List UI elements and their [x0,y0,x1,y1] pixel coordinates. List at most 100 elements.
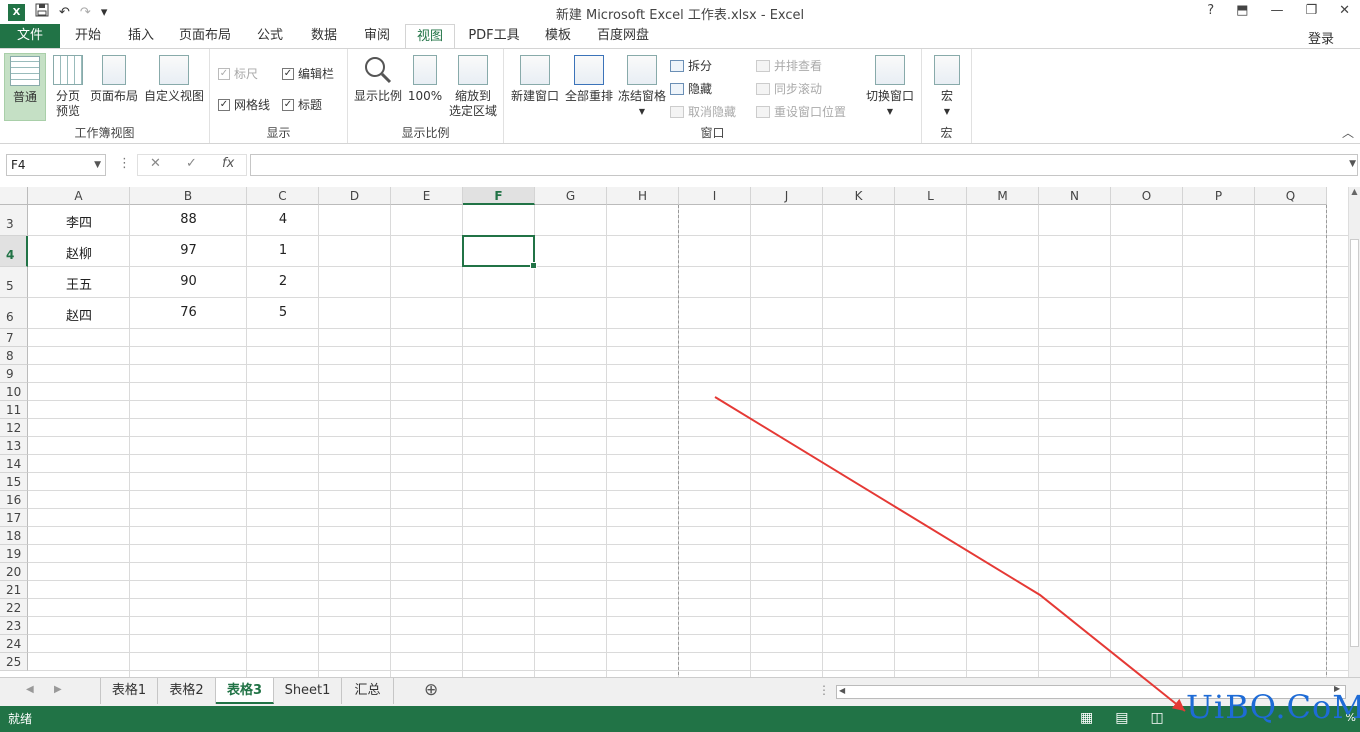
macros-button[interactable]: 宏 ▼ [930,55,964,119]
hide-button[interactable]: 隐藏 [670,80,712,97]
column-header-k[interactable]: K [823,187,895,205]
worksheet-grid[interactable]: A B C D E F G H I J K L M N O P Q 3 4 5 6 7 8 9 10 11 12 13 14 15 16 17… [0,187,1348,677]
row-header-21[interactable]: 21 [0,581,28,599]
scroll-up-icon[interactable]: ▲ [1349,187,1360,196]
row-header-19[interactable]: 19 [0,545,28,563]
normal-view-status-icon[interactable]: ▦ [1080,710,1093,726]
row-header-17[interactable]: 17 [0,509,28,527]
unhide-button[interactable]: 取消隐藏 [670,103,736,120]
cell-c5[interactable]: 2 [247,274,319,289]
cell-a3[interactable]: 李四 [28,212,130,231]
login-link[interactable]: 登录 [1308,28,1334,47]
cell-b4[interactable]: 97 [130,243,247,258]
row-header-11[interactable]: 11 [0,401,28,419]
column-header-e[interactable]: E [391,187,463,205]
custom-views-button[interactable]: 自定义视图 [142,55,206,104]
row-header-3[interactable]: 3 [0,205,28,236]
row-header-15[interactable]: 15 [0,473,28,491]
view-side-by-side-button[interactable]: 并排查看 [756,57,822,74]
collapse-ribbon-icon[interactable]: ︿ [1342,124,1354,141]
insert-function-icon[interactable]: fx [222,156,234,171]
cell-b5[interactable]: 90 [130,274,247,289]
formula-input[interactable] [250,154,1358,176]
column-header-o[interactable]: O [1111,187,1183,205]
normal-view-button[interactable]: 普通 [4,53,46,121]
sheet-nav-prev-icon[interactable]: ◀ [26,684,34,695]
cell-c6[interactable]: 5 [247,305,319,320]
vertical-scroll-thumb[interactable] [1350,239,1359,647]
zoom-100-button[interactable]: 100% [406,55,444,104]
name-box[interactable]: F4 ▼ [6,154,106,176]
cancel-icon[interactable]: ✕ [150,156,161,171]
tab-insert[interactable]: 插入 [116,24,166,48]
row-header-13[interactable]: 13 [0,437,28,455]
row-header-22[interactable]: 22 [0,599,28,617]
tab-pdf-tools[interactable]: PDF工具 [458,24,530,48]
cell-a4[interactable]: 赵柳 [28,243,130,262]
column-header-h[interactable]: H [607,187,679,205]
add-sheet-icon[interactable]: ⊕ [424,680,438,700]
sync-scroll-button[interactable]: 同步滚动 [756,80,822,97]
row-header-14[interactable]: 14 [0,455,28,473]
enter-icon[interactable]: ✓ [186,156,197,171]
sheet-tab-5[interactable]: 汇总 [342,678,394,704]
maximize-icon[interactable]: ❐ [1305,3,1317,18]
page-layout-view-button[interactable]: 页面布局 [88,55,140,104]
cell-b6[interactable]: 76 [130,305,247,320]
arrange-all-button[interactable]: 全部重排 [562,55,616,104]
cell-c3[interactable]: 4 [247,212,319,227]
name-box-dropdown-icon[interactable]: ▼ [94,155,101,175]
row-header-24[interactable]: 24 [0,635,28,653]
row-header-10[interactable]: 10 [0,383,28,401]
row-header-7[interactable]: 7 [0,329,28,347]
close-icon[interactable]: ✕ [1339,3,1350,18]
sheet-nav-next-icon[interactable]: ▶ [54,684,62,695]
row-header-8[interactable]: 8 [0,347,28,365]
column-header-q[interactable]: Q [1255,187,1327,205]
tab-formulas[interactable]: 公式 [244,24,296,48]
column-header-j[interactable]: J [751,187,823,205]
reset-window-position-button[interactable]: 重设窗口位置 [756,103,846,120]
freeze-panes-button[interactable]: 冻结窗格 ▼ [616,55,668,119]
column-header-i[interactable]: I [679,187,751,205]
tab-review[interactable]: 审阅 [352,24,402,48]
column-header-l[interactable]: L [895,187,967,205]
tab-file[interactable]: 文件 [0,24,60,48]
sheet-tab-4[interactable]: Sheet1 [274,678,342,704]
column-header-d[interactable]: D [319,187,391,205]
cell-a6[interactable]: 赵四 [28,305,130,324]
cell-b3[interactable]: 88 [130,212,247,227]
scroll-left-icon[interactable]: ◀ [839,686,845,695]
split-handle-icon[interactable]: ⋮ [818,683,830,697]
zoom-to-selection-button[interactable]: 缩放到 选定区域 [446,55,500,119]
page-break-preview-button[interactable]: 分页 预览 [50,55,86,119]
tab-view[interactable]: 视图 [405,24,455,49]
sheet-tab-2[interactable]: 表格2 [158,678,216,704]
expand-formula-icon[interactable]: ▼ [1349,159,1356,169]
column-header-b[interactable]: B [130,187,247,205]
row-header-20[interactable]: 20 [0,563,28,581]
tab-data[interactable]: 数据 [298,24,350,48]
tab-home[interactable]: 开始 [62,24,114,48]
page-layout-status-icon[interactable]: ▤ [1115,710,1128,726]
row-header-9[interactable]: 9 [0,365,28,383]
cell-a5[interactable]: 王五 [28,274,130,293]
sheet-tab-3[interactable]: 表格3 [216,678,274,704]
help-icon[interactable]: ? [1207,3,1214,18]
row-header-18[interactable]: 18 [0,527,28,545]
column-header-a[interactable]: A [28,187,130,205]
minimize-icon[interactable]: — [1270,3,1283,18]
zoom-button[interactable]: 显示比例 [352,55,404,104]
vertical-scrollbar[interactable]: ▲ [1348,187,1360,677]
row-header-16[interactable]: 16 [0,491,28,509]
tab-baidu-netdisk[interactable]: 百度网盘 [586,24,660,48]
formula-bar-checkbox[interactable]: ✓ 编辑栏 [282,65,334,82]
selected-cell-f4[interactable] [462,235,537,269]
column-header-f[interactable]: F [463,187,535,205]
ruler-checkbox[interactable]: ✓ 标尺 [218,65,258,82]
gridlines-checkbox[interactable]: ✓ 网格线 [218,96,270,113]
switch-windows-button[interactable]: 切换窗口 ▼ [862,55,918,119]
column-header-n[interactable]: N [1039,187,1111,205]
row-header-12[interactable]: 12 [0,419,28,437]
column-header-g[interactable]: G [535,187,607,205]
